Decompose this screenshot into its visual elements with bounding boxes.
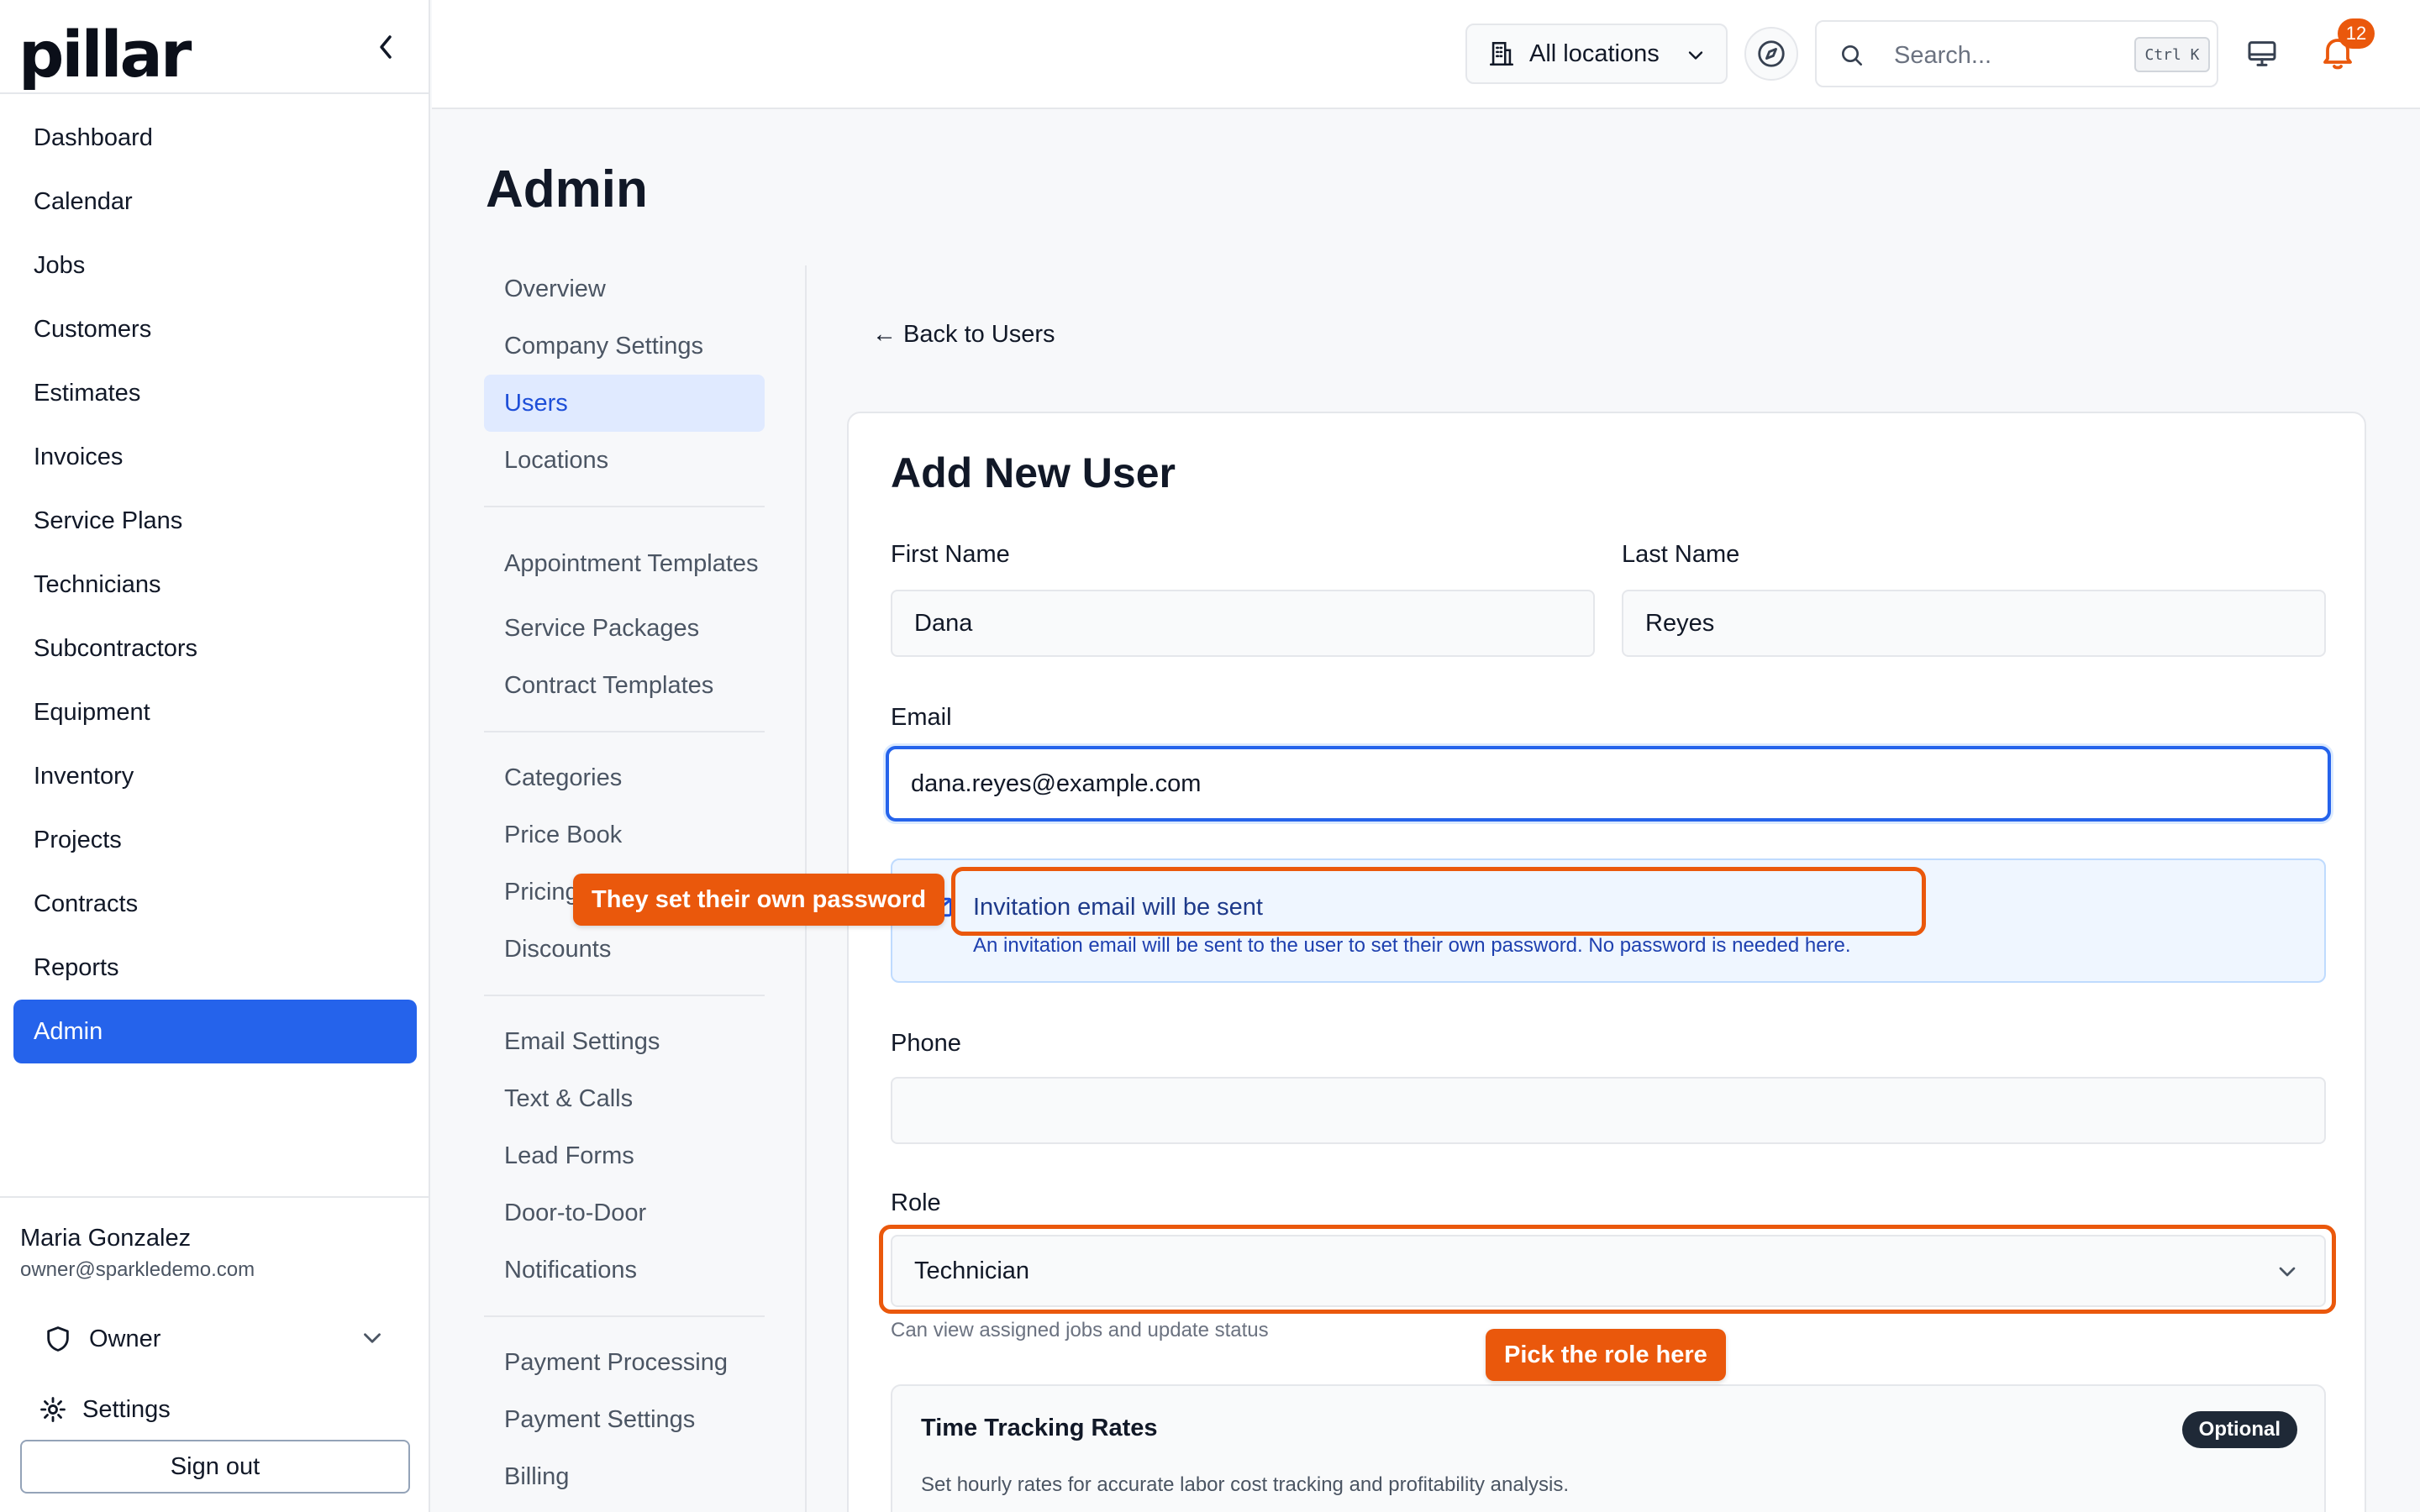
subnav-item-service-packages[interactable]: Service Packages xyxy=(484,600,765,657)
subnav-item-discounts[interactable]: Discounts xyxy=(484,921,765,978)
subnav-item-billing[interactable]: Billing xyxy=(484,1448,765,1505)
sidebar-item-subcontractors[interactable]: Subcontractors xyxy=(13,617,417,680)
sidebar-item-customers[interactable]: Customers xyxy=(13,297,417,361)
chevron-left-icon xyxy=(380,35,392,59)
user-role-dropdown[interactable]: Owner xyxy=(44,1314,387,1364)
subnav-item-payment-settings[interactable]: Payment Settings xyxy=(484,1391,765,1448)
compass-icon xyxy=(1758,40,1785,67)
sidebar-item-estimates[interactable]: Estimates xyxy=(13,361,417,425)
sidebar-item-service-plans[interactable]: Service Plans xyxy=(13,489,417,553)
form-title: Add New User xyxy=(891,449,1176,496)
app-logo[interactable]: pillar xyxy=(18,17,192,92)
monitor-icon xyxy=(2248,41,2276,66)
subnav-item-payment-processing[interactable]: Payment Processing xyxy=(484,1334,765,1391)
subnav-item-company-settings[interactable]: Company Settings xyxy=(484,318,765,375)
role-helper-text: Can view assigned jobs and update status xyxy=(891,1319,1269,1341)
collapse-sidebar-button[interactable] xyxy=(366,29,407,66)
sign-out-button[interactable]: Sign out xyxy=(20,1440,410,1494)
back-to-users-link[interactable]: ← Back to Users xyxy=(872,321,1055,349)
role-select[interactable]: Technician xyxy=(891,1235,2326,1307)
settings-link[interactable]: Settings xyxy=(39,1384,171,1435)
last-name-input[interactable]: Reyes xyxy=(1622,590,2326,657)
subnav-divider xyxy=(484,506,765,507)
search-shortcut-badge: Ctrl K xyxy=(2134,37,2210,72)
email-label: Email xyxy=(891,704,952,731)
sidebar-item-calendar[interactable]: Calendar xyxy=(13,170,417,234)
sidebar-item-projects[interactable]: Projects xyxy=(13,808,417,872)
last-name-label: Last Name xyxy=(1622,541,1740,568)
subnav-item-appointment-templates[interactable]: Appointment Templates xyxy=(484,524,765,600)
sidebar: pillar Dashboard Calendar Jobs Customers… xyxy=(0,0,430,1512)
topbar: All locations Search... Ctrl K 12 xyxy=(432,0,2420,109)
chevron-down-icon xyxy=(2274,1258,2301,1285)
phone-label: Phone xyxy=(891,1030,961,1057)
subnav-item-locations[interactable]: Locations xyxy=(484,432,765,489)
gear-icon xyxy=(40,1397,66,1422)
chevron-down-icon xyxy=(358,1324,387,1352)
subnav-item-users[interactable]: Users xyxy=(484,375,765,432)
explore-button[interactable] xyxy=(1744,27,1798,81)
subnav-item-notifications[interactable]: Notifications xyxy=(484,1242,765,1299)
sidebar-nav: Dashboard Calendar Jobs Customers Estima… xyxy=(13,106,417,1063)
logo-row: pillar xyxy=(0,0,430,94)
password-annotation-tag: They set their own password xyxy=(573,874,945,926)
location-selector[interactable]: All locations xyxy=(1465,24,1728,84)
page-title: Admin xyxy=(486,160,648,218)
invitation-info-title: Invitation email will be sent xyxy=(973,894,1263,921)
sidebar-item-contracts[interactable]: Contracts xyxy=(13,872,417,936)
subnav-item-overview[interactable]: Overview xyxy=(484,260,765,318)
sidebar-item-admin[interactable]: Admin xyxy=(13,1000,417,1063)
optional-badge: Optional xyxy=(2181,1411,2297,1448)
sidebar-footer: Maria Gonzalez owner@sparkledemo.com Own… xyxy=(0,1196,430,1512)
user-role-label: Owner xyxy=(89,1325,161,1352)
building-icon xyxy=(1489,41,1514,66)
sidebar-item-technicians[interactable]: Technicians xyxy=(13,553,417,617)
first-name-label: First Name xyxy=(891,541,1010,568)
role-annotation-tag: Pick the role here xyxy=(1486,1329,1726,1381)
sidebar-item-inventory[interactable]: Inventory xyxy=(13,744,417,808)
shield-icon xyxy=(47,1326,69,1352)
settings-label: Settings xyxy=(82,1395,171,1423)
subnav-item-text-calls[interactable]: Text & Calls xyxy=(484,1070,765,1127)
search-placeholder: Search... xyxy=(1894,42,1992,69)
subnav-item-price-book[interactable]: Price Book xyxy=(484,806,765,864)
time-tracking-section: Time Tracking Rates Optional Set hourly … xyxy=(891,1384,2326,1512)
subnav-item-contract-templates[interactable]: Contract Templates xyxy=(484,657,765,714)
subnav-divider xyxy=(484,1315,765,1317)
subnav-item-email-settings[interactable]: Email Settings xyxy=(484,1013,765,1070)
first-name-input[interactable]: Dana xyxy=(891,590,1595,657)
notifications-count-badge: 12 xyxy=(2338,18,2375,49)
display-button[interactable] xyxy=(2245,37,2279,71)
time-tracking-title: Time Tracking Rates xyxy=(921,1415,1158,1441)
user-name: Maria Gonzalez xyxy=(20,1225,192,1252)
subnav-divider xyxy=(484,731,765,732)
sidebar-item-equipment[interactable]: Equipment xyxy=(13,680,417,744)
role-select-value: Technician xyxy=(914,1257,1030,1284)
search-icon xyxy=(1839,42,1865,69)
user-email: owner@sparkledemo.com xyxy=(20,1258,255,1281)
chevron-down-icon xyxy=(1684,44,1707,67)
sidebar-item-dashboard[interactable]: Dashboard xyxy=(13,106,417,170)
time-tracking-description: Set hourly rates for accurate labor cost… xyxy=(921,1473,1570,1496)
phone-input[interactable] xyxy=(891,1077,2326,1144)
subnav-item-lead-forms[interactable]: Lead Forms xyxy=(484,1127,765,1184)
subnav-item-door-to-door[interactable]: Door-to-Door xyxy=(484,1184,765,1242)
global-search[interactable]: Search... Ctrl K xyxy=(1815,20,2218,87)
invitation-info-text: An invitation email will be sent to the … xyxy=(973,934,1851,957)
sidebar-item-reports[interactable]: Reports xyxy=(13,936,417,1000)
location-label: All locations xyxy=(1529,39,1660,67)
sidebar-item-invoices[interactable]: Invoices xyxy=(13,425,417,489)
role-label: Role xyxy=(891,1189,941,1216)
invitation-info-box: Invitation email will be sent An invitat… xyxy=(891,858,2326,983)
subnav-item-categories[interactable]: Categories xyxy=(484,749,765,806)
email-input[interactable]: dana.reyes@example.com xyxy=(886,746,2331,822)
sidebar-item-jobs[interactable]: Jobs xyxy=(13,234,417,297)
subnav-divider xyxy=(484,995,765,996)
